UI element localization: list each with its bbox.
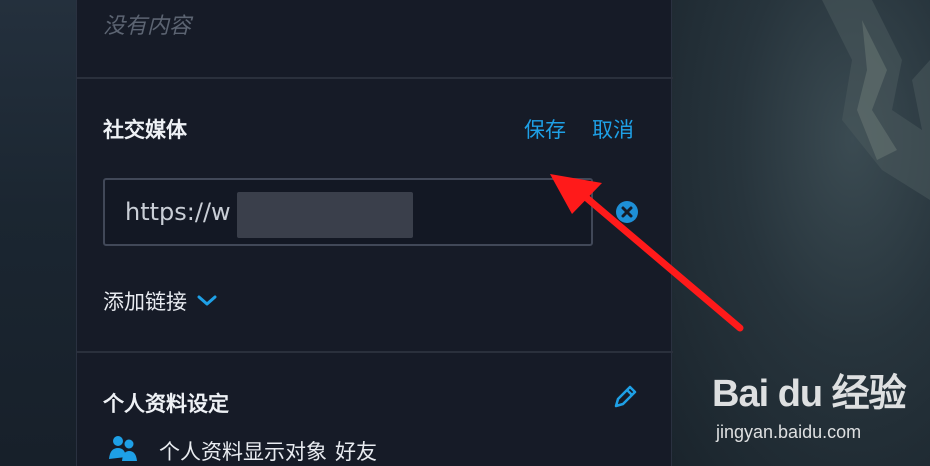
visibility-label: 个人资料显示对象 (159, 440, 327, 464)
profile-panel: 没有内容 社交媒体 保存 取消 添加链接 个人资料设定 (76, 0, 673, 466)
users-icon (107, 433, 139, 466)
save-button[interactable]: 保存 (524, 114, 566, 144)
add-link-toggle[interactable]: 添加链接 (103, 286, 217, 316)
pencil-icon[interactable] (611, 383, 639, 415)
chevron-down-icon (197, 292, 217, 311)
cancel-button[interactable]: 取消 (592, 114, 634, 144)
add-link-label: 添加链接 (103, 290, 187, 314)
watermark-logo: Bai du 经验 (712, 373, 907, 415)
social-media-title: 社交媒体 (103, 118, 187, 142)
divider (77, 77, 673, 79)
background-left (0, 0, 76, 466)
profile-visibility-row[interactable]: 个人资料显示对象 好友 (107, 434, 377, 466)
visibility-value: 好友 (335, 440, 377, 464)
redacted-url-mask (237, 192, 413, 238)
clear-circle-icon[interactable] (616, 201, 638, 223)
baidu-watermark: Bai du 经验 jingyan.baidu.com (712, 362, 912, 452)
empty-state-text: 没有内容 (103, 14, 192, 39)
divider (77, 351, 673, 353)
profile-settings-title: 个人资料设定 (103, 392, 229, 416)
watermark-url: jingyan.baidu.com (716, 422, 862, 442)
